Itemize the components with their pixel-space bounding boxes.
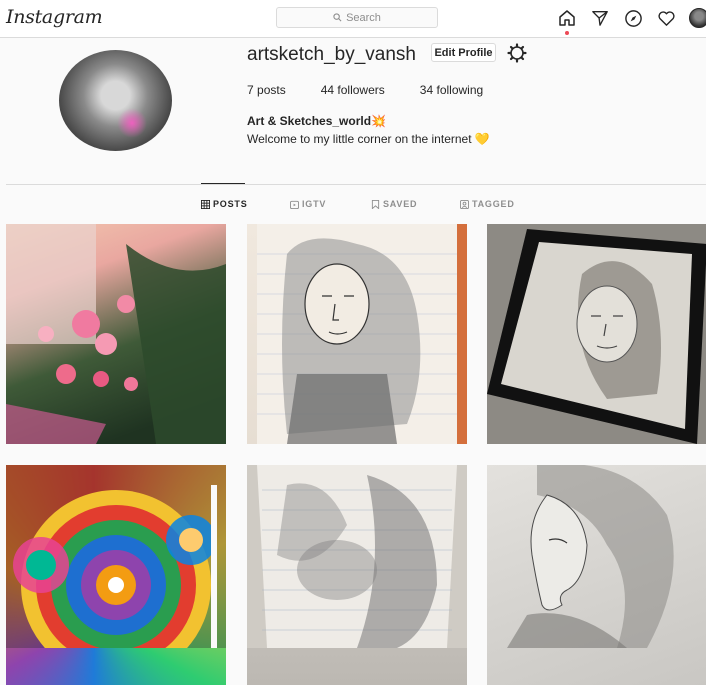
following-count: 34 [419,83,434,97]
profile-sketch [507,465,674,648]
post-mandala-art[interactable] [6,465,226,685]
tab-saved-label: SAVED [383,199,418,209]
profile-stats: 7 posts 44 followers 34 following [247,83,518,97]
tab-posts-label: POSTS [213,199,248,209]
nav-icons [556,7,706,35]
edit-profile-button[interactable]: Edit Profile [431,43,496,62]
active-tab-indicator [201,183,245,184]
profile-picture-highlight [117,108,147,138]
direct-message-icon[interactable] [589,7,611,29]
tabs-divider [6,184,706,185]
grid-icon [201,199,210,209]
stat-posts: 7 posts [247,83,286,97]
top-navigation-bar: Instagram Search [0,0,706,38]
home-icon[interactable] [556,7,578,35]
posts-label: posts [257,83,286,97]
tab-igtv[interactable]: IGTV [290,199,326,209]
mandala-artwork [6,465,226,680]
tab-igtv-label: IGTV [302,199,327,209]
post-zentangle-sketch[interactable] [247,465,467,685]
framed-portrait-sketch [487,224,706,444]
tab-tagged[interactable]: TAGGED [460,199,515,209]
followers-label: followers [337,83,385,97]
zentangle-sketch [247,465,467,648]
search-icon [333,13,342,22]
tab-saved[interactable]: SAVED [371,199,417,209]
tagged-icon [460,199,469,209]
post-sketch-curly-hair[interactable] [247,224,467,444]
bio-name: Art & Sketches_world💥 [247,114,386,128]
following-label: following [436,83,484,97]
posts-count: 7 [247,83,254,97]
bookmark-icon [371,199,380,209]
post-sketch-woman-profile[interactable] [487,465,706,685]
notification-dot [565,31,569,35]
profile-username: artsketch_by_vansh [247,44,416,65]
profile-avatar-icon[interactable] [688,7,706,29]
search-placeholder: Search [346,11,381,24]
post-sketch-woman-portrait[interactable] [487,224,706,444]
instagram-logo[interactable]: Instagram [6,6,103,28]
explore-compass-icon[interactable] [622,7,644,29]
bio-text: Welcome to my little corner on the inter… [247,132,490,146]
stat-following[interactable]: 34 following [420,83,483,97]
followers-count: 44 [320,83,335,97]
stat-followers[interactable]: 44 followers [321,83,385,97]
settings-gear-icon[interactable] [507,43,527,63]
tab-posts[interactable]: POSTS [201,199,248,209]
flowers-photo [6,224,226,444]
tab-tagged-label: TAGGED [472,199,515,209]
profile-picture[interactable] [59,50,172,151]
post-photo-pink-flowers[interactable] [6,224,226,444]
activity-heart-icon[interactable] [655,7,677,29]
avatar [689,8,706,28]
igtv-icon [290,200,299,209]
curly-hair-sketch [257,224,467,444]
search-input[interactable]: Search [276,7,438,28]
